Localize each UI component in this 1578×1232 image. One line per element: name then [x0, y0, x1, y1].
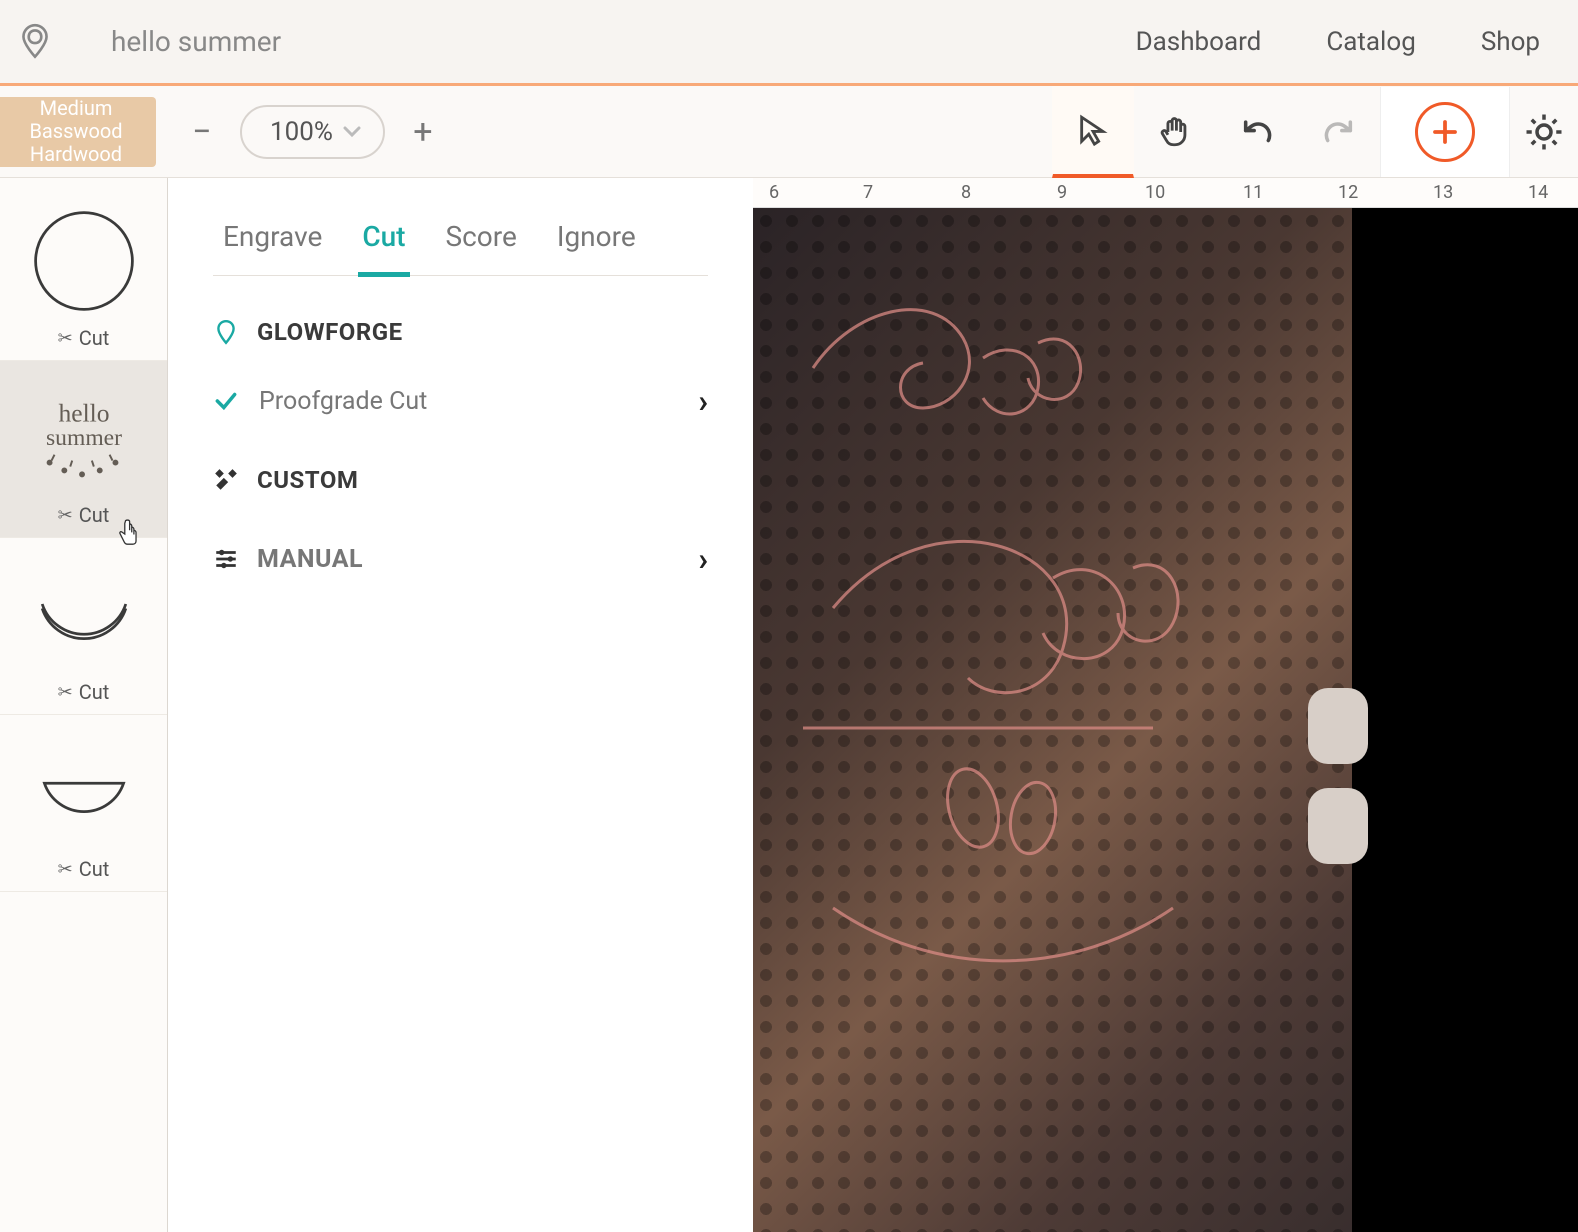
svg-text:summer: summer	[45, 425, 121, 451]
nav-shop[interactable]: Shop	[1481, 27, 1540, 57]
nav-links: Dashboard Catalog Shop	[1136, 27, 1540, 57]
check-icon	[213, 388, 239, 414]
material-line3: Hardwood	[30, 143, 122, 166]
layer-item-1[interactable]: ✂ Cut	[0, 184, 167, 361]
redo-icon	[1322, 117, 1356, 147]
zoom-out-button[interactable]: −	[184, 114, 220, 150]
section-custom-label: CUSTOM	[257, 466, 358, 494]
design-outline[interactable]	[773, 248, 1313, 1128]
layer-label: Cut	[79, 857, 110, 881]
main: ✂ Cut hello summer ✂ Cut	[0, 178, 1578, 1232]
toolbar: Medium Basswood Hardwood − 100% +	[0, 83, 1578, 178]
ruler-mark: 14	[1528, 182, 1548, 203]
layer-thumb-arc	[25, 556, 143, 674]
operation-panel: Engrave Cut Score Ignore GLOWFORGE Proof…	[168, 178, 753, 1232]
ruler-mark: 13	[1433, 182, 1453, 203]
layer-item-3[interactable]: ✂ Cut	[0, 538, 167, 715]
section-custom: CUSTOM	[213, 466, 708, 494]
tab-cut[interactable]: Cut	[362, 220, 405, 253]
layers-sidebar: ✂ Cut hello summer ✂ Cut	[0, 178, 168, 1232]
ruler-mark: 10	[1145, 182, 1165, 203]
section-manual: MANUAL ›	[213, 536, 708, 582]
hand-icon	[1158, 115, 1192, 149]
sliders-icon	[213, 546, 239, 572]
canvas-area: 6 7 8 9 10 11 12 13 14	[753, 178, 1578, 1232]
tab-ignore[interactable]: Ignore	[557, 220, 636, 253]
cut-icon: ✂	[58, 328, 73, 349]
ruler-horizontal: 6 7 8 9 10 11 12 13 14	[753, 178, 1578, 208]
zoom-in-button[interactable]: +	[405, 114, 441, 150]
settings-button[interactable]	[1510, 111, 1578, 153]
ruler-mark: 11	[1243, 182, 1263, 203]
canvas-bed[interactable]	[753, 208, 1578, 1232]
section-glowforge: GLOWFORGE Proofgrade Cut ›	[213, 318, 708, 424]
pan-tool-button[interactable]	[1134, 86, 1216, 178]
section-glowforge-label: GLOWFORGE	[257, 318, 403, 346]
ruler-mark: 6	[769, 182, 779, 203]
plus-circle-icon	[1415, 102, 1475, 162]
section-manual-label: MANUAL	[257, 545, 363, 574]
undo-button[interactable]	[1216, 86, 1298, 178]
tab-engrave[interactable]: Engrave	[223, 220, 322, 253]
ruler-mark: 8	[961, 182, 971, 203]
zoom-value: 100%	[270, 117, 333, 147]
ruler-mark: 7	[863, 182, 873, 203]
material-line2: Basswood	[29, 120, 122, 143]
zoom-group: − 100% +	[184, 105, 441, 159]
layer-label: Cut	[79, 680, 110, 704]
zoom-select[interactable]: 100%	[240, 105, 385, 159]
layer-item-2[interactable]: hello summer ✂ Cut	[0, 361, 167, 538]
add-artwork-button[interactable]	[1380, 87, 1510, 177]
layer-thumb-circle	[25, 202, 143, 320]
glowforge-logo-icon[interactable]	[14, 21, 56, 63]
bed-outside	[1352, 208, 1578, 1232]
header: hello summer Dashboard Catalog Shop	[0, 0, 1578, 83]
select-tool-button[interactable]	[1052, 86, 1134, 178]
ruler-mark: 9	[1057, 182, 1067, 203]
proofgrade-label: Proofgrade Cut	[259, 387, 427, 416]
cursor-icon	[1076, 113, 1110, 147]
layer-label: Cut	[79, 503, 110, 527]
chevron-down-icon	[343, 125, 361, 139]
undo-icon	[1240, 117, 1274, 147]
layer-thumb-script: hello summer	[25, 379, 143, 497]
material-line1: Medium	[40, 97, 113, 120]
project-title[interactable]: hello summer	[111, 25, 281, 58]
layer-label: Cut	[79, 326, 110, 350]
redo-button[interactable]	[1298, 86, 1380, 178]
cut-icon: ✂	[58, 682, 73, 703]
gear-sparkle-icon	[1523, 111, 1565, 153]
tray-clip	[1308, 688, 1368, 764]
tab-score[interactable]: Score	[446, 220, 517, 253]
cut-icon: ✂	[58, 859, 73, 880]
proofgrade-cut-item[interactable]: Proofgrade Cut ›	[213, 378, 708, 424]
chevron-right-icon: ›	[698, 382, 708, 420]
operation-tabs: Engrave Cut Score Ignore	[213, 208, 708, 276]
glowforge-icon	[213, 319, 239, 345]
tray-clip	[1308, 788, 1368, 864]
material-badge[interactable]: Medium Basswood Hardwood	[0, 97, 156, 167]
nav-catalog[interactable]: Catalog	[1326, 27, 1415, 57]
chevron-right-icon: ›	[698, 540, 708, 578]
nav-dashboard[interactable]: Dashboard	[1136, 27, 1262, 57]
layer-item-4[interactable]: ✂ Cut	[0, 715, 167, 892]
cursor-pointer-icon	[115, 519, 141, 555]
layer-thumb-halfcircle	[25, 733, 143, 851]
svg-text:hello: hello	[58, 398, 109, 427]
manual-item[interactable]: MANUAL ›	[213, 536, 708, 582]
ruler-mark: 12	[1338, 182, 1358, 203]
cut-icon: ✂	[58, 505, 73, 526]
tools-icon	[213, 467, 239, 493]
